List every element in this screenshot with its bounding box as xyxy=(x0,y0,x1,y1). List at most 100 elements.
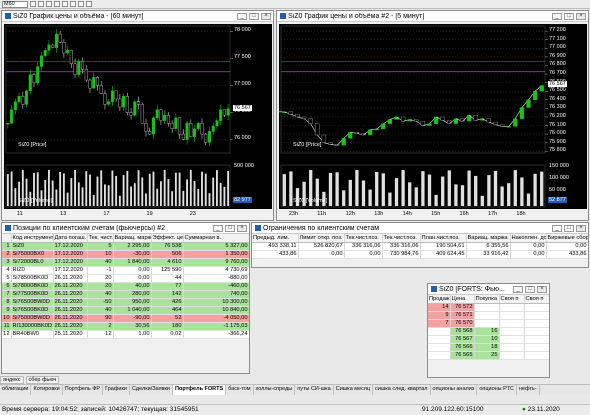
table-cell: 180 xyxy=(151,322,184,331)
chart-icon xyxy=(5,13,11,19)
close-button[interactable]: × xyxy=(576,12,586,20)
col-header[interactable]: Тек. чист.поз. xyxy=(87,234,114,243)
col-header[interactable]: Суммарная в. xyxy=(183,234,249,243)
col-header[interactable]: Цена xyxy=(450,295,475,304)
interval-select[interactable]: M60 xyxy=(2,0,28,8)
candle-body xyxy=(137,101,141,105)
tab[interactable]: опционы РТС xyxy=(477,385,517,395)
table-cell: 26.11.2020 xyxy=(53,274,88,283)
tab[interactable]: Сделки/Заявки xyxy=(130,385,173,395)
table-row[interactable]: 76 565 25 xyxy=(428,351,549,360)
candle-body xyxy=(288,111,294,115)
tab[interactable]: Портфель FORTS xyxy=(173,385,227,395)
maximize-button[interactable]: □ xyxy=(564,12,574,20)
line-icon[interactable] xyxy=(54,1,60,7)
close-button[interactable]: × xyxy=(537,285,547,293)
close-button[interactable]: × xyxy=(237,224,247,232)
tab[interactable]: холлы-спреды xyxy=(254,385,296,395)
table-cell xyxy=(428,351,451,360)
chart2-plot[interactable]: 77 20077 10077 00076 90076 80076 70076 6… xyxy=(279,24,587,209)
table-cell: 76 570 xyxy=(450,319,475,328)
table-row[interactable]: 12 BR40BW0 25.11.2020 12 1,00 0,02 -366,24 xyxy=(2,330,249,339)
tab[interactable]: баск-том xyxy=(226,385,254,395)
col-header[interactable]: Тек.чист.поз. xyxy=(382,234,421,243)
candle-body xyxy=(196,123,200,129)
minimize-button[interactable]: _ xyxy=(237,12,247,20)
mini-tab[interactable]: сбер фьюч xyxy=(25,376,60,384)
table-row[interactable]: 8 Si76500BW0D 26.11.2020 -50 950,00 426 10 300… xyxy=(2,298,249,307)
tab[interactable]: путы СИ-шка xyxy=(295,385,334,395)
hand-icon[interactable] xyxy=(70,1,76,7)
table-cell: 44 xyxy=(151,274,184,283)
candle-body xyxy=(348,132,353,139)
table-row[interactable]: 10 Si75000BW0D 26.11.2020 90 -90,00 52 -4 050,… xyxy=(2,314,249,323)
zoom-out-icon[interactable] xyxy=(38,1,44,7)
col-header[interactable]: Эффект. цена xyxy=(151,234,184,243)
close-button[interactable]: × xyxy=(261,12,271,20)
minimize-button[interactable]: _ xyxy=(513,285,523,293)
settings-icon[interactable] xyxy=(86,1,92,7)
col-header[interactable]: Продаж xyxy=(428,295,451,304)
tab[interactable]: сишка след. квартал xyxy=(373,385,431,395)
table-row[interactable]: 493 338,11 526 820,67 336 316,06 336 316,06… xyxy=(252,242,588,251)
col-header[interactable]: Предыд. лим. xyxy=(252,234,299,243)
col-header[interactable]: Покупка xyxy=(474,295,500,304)
col-header[interactable]: Своя п xyxy=(524,295,549,304)
col-header[interactable]: Накоплен. доход xyxy=(510,234,547,243)
table-cell xyxy=(524,319,549,328)
table-row[interactable]: 7 76 570 xyxy=(428,319,549,328)
y-tick-label: 77 100 xyxy=(549,35,566,42)
tab[interactable]: Сишка месяц xyxy=(334,385,374,395)
table-row[interactable]: 1 SiZ0 17.12.2020 5 2 295,00 76 538 5 327,00 xyxy=(2,242,249,251)
book-icon xyxy=(431,286,437,292)
minimize-button[interactable]: _ xyxy=(552,224,562,232)
col-header[interactable]: Своя п xyxy=(499,295,525,304)
maximize-button[interactable]: □ xyxy=(225,224,235,232)
col-header[interactable]: Дата погаш. xyxy=(53,234,88,243)
table-row[interactable]: 9 76 571 xyxy=(428,311,549,320)
table-cell: 25 xyxy=(474,351,500,360)
table-row[interactable]: 76 567 10 xyxy=(428,335,549,344)
tab[interactable]: Котировки xyxy=(31,385,63,395)
table-row[interactable]: 76 566 18 xyxy=(428,343,549,352)
tab[interactable]: нефть- xyxy=(517,385,540,395)
zoom-in-icon[interactable] xyxy=(30,1,36,7)
table-row[interactable]: 5 Si78500BK0D 26.11.2020 20 0,00 44 -880,00 xyxy=(2,274,249,283)
candles-icon[interactable] xyxy=(46,1,52,7)
tab[interactable]: Графики xyxy=(103,385,130,395)
mini-tab[interactable]: яндекс xyxy=(0,376,24,384)
draw-icon[interactable] xyxy=(78,1,84,7)
table-row[interactable]: 4 RIZ0 17.12.2020 -1 0,00 125 590 4 730,69 xyxy=(2,266,249,275)
table-cell xyxy=(499,311,525,320)
maximize-button[interactable]: □ xyxy=(249,12,259,20)
col-header[interactable]: Лимит откр. поз. xyxy=(298,234,345,243)
minimize-button[interactable]: _ xyxy=(552,12,562,20)
candle-body xyxy=(447,120,452,124)
table-row[interactable]: 9 Si76500BK0D 26.11.2020 40 1 040,00 464 10 84… xyxy=(2,306,249,315)
table-row[interactable]: 7 Si77500BK0D 26.11.2020 40 280,00 142 740,00 xyxy=(2,290,249,299)
table-row[interactable]: 76 568 16 xyxy=(428,327,549,336)
positions-title: Позиции по клиентским счетам (фьючерсы) … xyxy=(13,224,165,232)
tab[interactable]: Портфель ФР xyxy=(63,385,104,395)
table-row[interactable]: 433,86 0,00 0,00 730 984,76 409 624,45 33 916… xyxy=(252,250,588,259)
tab[interactable]: опционы анализ xyxy=(431,385,478,395)
maximize-button[interactable]: □ xyxy=(525,285,535,293)
tab[interactable]: облигации xyxy=(0,385,32,395)
chart1-plot[interactable]: 78 000 77 500 77 000 76 500 76 000 76 567 SiZ0… xyxy=(4,24,272,209)
table-row[interactable]: 14 76 572 xyxy=(428,303,549,312)
table-row[interactable]: 3 Si72000BL0 17.12.2020 40 1 840,00 4 610 9 76… xyxy=(2,258,249,267)
maximize-button[interactable]: □ xyxy=(564,224,574,232)
table-row[interactable]: 6 Si78000BK0D 26.11.2020 20 40,00 77 -460,00 xyxy=(2,282,249,291)
minimize-button[interactable]: _ xyxy=(213,224,223,232)
col-header[interactable]: Код инструмента xyxy=(11,234,54,243)
x-tick-label: 16h xyxy=(459,211,469,217)
col-header[interactable]: Вариац. маржа xyxy=(113,234,152,243)
table-row[interactable]: 2 Si75000BX0 17.12.2020 10 -30,00 506 1 350,00 xyxy=(2,250,249,259)
col-header[interactable]: Вариац. маржа xyxy=(466,234,511,243)
col-header[interactable]: План.чист.поз. xyxy=(420,234,467,243)
table-row[interactable]: 11 RI130000BK0D 26.11.2020 2 30,56 180 -1 175,… xyxy=(2,322,249,331)
cross-icon[interactable] xyxy=(62,1,68,7)
close-button[interactable]: × xyxy=(576,224,586,232)
col-header[interactable]: Тек.чист.поз. xyxy=(344,234,383,243)
col-header[interactable]: Биржевые сборы xyxy=(546,234,588,243)
